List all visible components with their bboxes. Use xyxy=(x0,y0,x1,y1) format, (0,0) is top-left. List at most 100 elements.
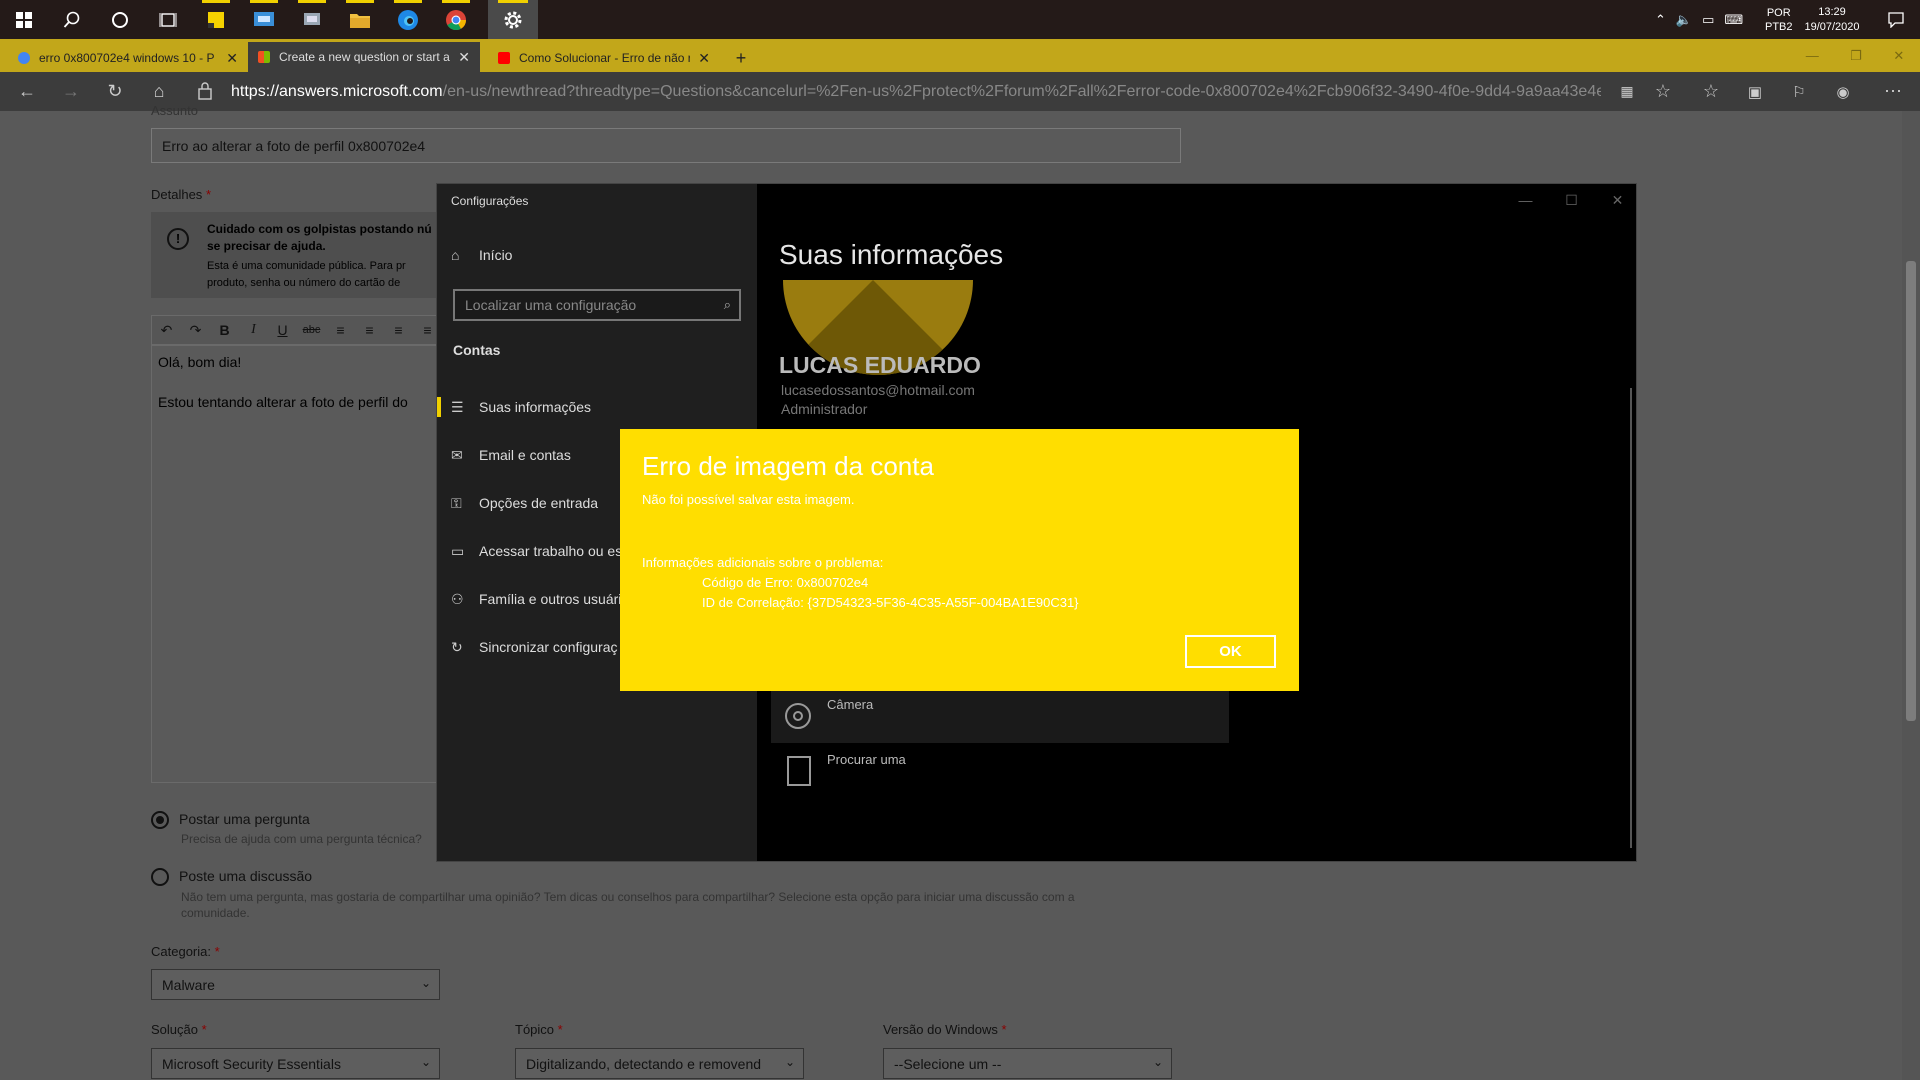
lang-bottom: PTB2 xyxy=(1765,20,1793,33)
windows-start-icon[interactable] xyxy=(0,0,48,39)
sidebar-item-label: Família e outros usuári xyxy=(479,591,622,607)
tab-label: Create a new question or start a xyxy=(279,50,450,64)
remote-desktop-icon[interactable] xyxy=(240,0,288,39)
align-right-icon[interactable]: ≡ xyxy=(384,316,413,344)
user-name: LUCAS EDUARDO xyxy=(779,352,981,378)
scroll-thumb[interactable] xyxy=(1906,261,1916,721)
minimize-icon[interactable]: — xyxy=(1806,48,1819,63)
tab-create-question[interactable]: Create a new question or start a ✕ xyxy=(248,42,480,72)
clock[interactable]: 13:29 19/07/2020 xyxy=(1800,0,1864,39)
volume-icon[interactable]: 🔈 xyxy=(1676,12,1692,28)
tab-youtube-video[interactable]: Como Solucionar - Erro de não r ✕ xyxy=(488,44,720,72)
required-mark: * xyxy=(557,1022,563,1037)
user-email: lucasedossantos@hotmail.com xyxy=(781,382,975,398)
tab-label: Como Solucionar - Erro de não r xyxy=(519,51,691,65)
restore-icon[interactable]: ❐ xyxy=(1850,48,1862,64)
camera-label: Câmera xyxy=(827,697,874,712)
details-editor[interactable]: Olá, bom dia! Estou tentando alterar a f… xyxy=(151,345,451,783)
strikethrough-icon[interactable]: abc xyxy=(297,316,326,344)
reader-mode-icon[interactable]: ▦ xyxy=(1608,72,1646,111)
warning-title-2: se precisar de ajuda. xyxy=(207,239,326,253)
chrome-icon[interactable] xyxy=(432,0,480,39)
home-icon: ⌂ xyxy=(451,247,460,263)
topic-value: Digitalizando, detectando e removend xyxy=(526,1055,762,1072)
more-options-icon[interactable]: ⋯ xyxy=(1874,72,1912,111)
warning-text-2: produto, senha ou número do cartão de xyxy=(207,277,401,289)
url-host: https://answers.microsoft.com xyxy=(231,83,443,100)
camera-option[interactable]: Câmera xyxy=(771,689,1229,743)
microsoft-favicon-icon xyxy=(258,51,270,63)
topic-label: Tópico * xyxy=(515,1022,563,1037)
browse-file-icon xyxy=(787,756,811,786)
category-select[interactable]: Malware ⌄ xyxy=(151,969,440,1000)
error-dialog: Erro de imagem da conta Não foi possível… xyxy=(620,429,1299,691)
search-icon[interactable] xyxy=(48,0,96,39)
sidebar-item-your-info[interactable]: ☰ Suas informações xyxy=(451,392,751,422)
solution-select[interactable]: Microsoft Security Essentials ⌄ xyxy=(151,1048,440,1079)
chevron-down-icon: ⌄ xyxy=(420,1055,431,1069)
windows-version-select[interactable]: --Selecione um -- ⌄ xyxy=(883,1048,1172,1079)
url-path: /en-us/newthread?threadtype=Questions&ca… xyxy=(442,83,1601,100)
new-tab-button[interactable]: + xyxy=(724,44,758,72)
warning-title: Cuidado com os golpistas postando nú xyxy=(207,222,432,236)
underline-icon[interactable]: U xyxy=(268,316,297,344)
subject-label: Assunto xyxy=(151,103,198,118)
settings-search-input[interactable]: Localizar uma configuração ⌕ xyxy=(453,289,741,321)
maximize-icon[interactable]: ☐ xyxy=(1549,188,1594,212)
close-icon[interactable]: ✕ xyxy=(226,50,238,67)
refresh-icon[interactable]: ↻ xyxy=(96,72,134,111)
italic-icon[interactable]: I xyxy=(239,316,268,344)
post-discussion-radio[interactable] xyxy=(151,868,169,886)
topic-select[interactable]: Digitalizando, detectando e removend ⌄ xyxy=(515,1048,804,1079)
redo-icon[interactable]: ↷ xyxy=(181,316,210,344)
camera-icon xyxy=(785,703,811,729)
favorite-star-icon[interactable]: ☆ xyxy=(1644,72,1682,111)
settings-scrollbar[interactable] xyxy=(1630,388,1632,848)
keyboard-icon[interactable]: ⌨ xyxy=(1724,12,1743,28)
collections-icon[interactable]: ▣ xyxy=(1736,72,1774,111)
undo-icon[interactable]: ↶ xyxy=(152,316,181,344)
close-window-icon[interactable]: ✕ xyxy=(1595,188,1640,212)
cortana-icon[interactable] xyxy=(96,0,144,39)
warning-text-1: Esta é uma comunidade pública. Para pr xyxy=(207,260,406,272)
close-icon[interactable]: ✕ xyxy=(698,50,710,67)
dialog-title: Erro de imagem da conta xyxy=(642,451,934,481)
forward-arrow-icon[interactable]: → xyxy=(52,72,90,111)
chevron-up-icon[interactable]: ⌃ xyxy=(1655,12,1666,28)
align-left-icon[interactable]: ≡ xyxy=(326,316,355,344)
settings-gear-icon[interactable] xyxy=(488,0,538,39)
url-field[interactable]: https://answers.microsoft.com/en-us/newt… xyxy=(231,80,1601,104)
back-arrow-icon[interactable]: ← xyxy=(8,72,46,111)
network-icon[interactable]: ▭ xyxy=(1702,12,1714,28)
task-view-icon[interactable] xyxy=(144,0,192,39)
close-window-icon[interactable]: ✕ xyxy=(1893,48,1904,64)
align-center-icon[interactable]: ≡ xyxy=(355,316,384,344)
file-explorer-icon[interactable] xyxy=(336,0,384,39)
browse-label[interactable]: Procurar uma xyxy=(827,752,906,767)
system-tray-icons: ⌃ 🔈 ▭ ⌨ xyxy=(1655,0,1743,39)
warning-box: ! Cuidado com os golpistas postando nú s… xyxy=(151,212,451,298)
settings-home-item[interactable]: ⌂ Início xyxy=(451,240,751,270)
minimize-icon[interactable]: — xyxy=(1503,188,1548,212)
sticky-notes-icon[interactable] xyxy=(192,0,240,39)
solution-label: Solução * xyxy=(151,1022,207,1037)
close-icon[interactable]: ✕ xyxy=(458,49,470,66)
sidebar-item-label: Opções de entrada xyxy=(479,495,599,511)
page-scrollbar[interactable] xyxy=(1902,111,1920,1080)
input-language[interactable]: POR PTB2 xyxy=(1765,0,1793,39)
feedback-icon[interactable]: ⚐ xyxy=(1780,72,1818,111)
ok-button[interactable]: OK xyxy=(1185,635,1276,668)
profile-avatar-icon[interactable]: ◉ xyxy=(1824,72,1862,111)
post-question-radio[interactable] xyxy=(151,811,169,829)
network-app-icon[interactable] xyxy=(288,0,336,39)
lock-icon[interactable] xyxy=(198,82,214,100)
notifications-icon[interactable] xyxy=(1876,0,1916,39)
subject-input[interactable]: Erro ao alterar a foto de perfil 0x80070… xyxy=(151,128,1181,163)
edge-icon[interactable] xyxy=(384,0,432,39)
favorites-list-icon[interactable]: ☆ xyxy=(1692,72,1730,111)
person-card-icon: ☰ xyxy=(451,398,464,415)
tab-google-search[interactable]: erro 0x800702e4 windows 10 - P ✕ xyxy=(8,44,248,72)
user-role: Administrador xyxy=(781,401,868,417)
bold-icon[interactable]: B xyxy=(210,316,239,344)
chevron-down-icon: ⌄ xyxy=(784,1055,795,1069)
